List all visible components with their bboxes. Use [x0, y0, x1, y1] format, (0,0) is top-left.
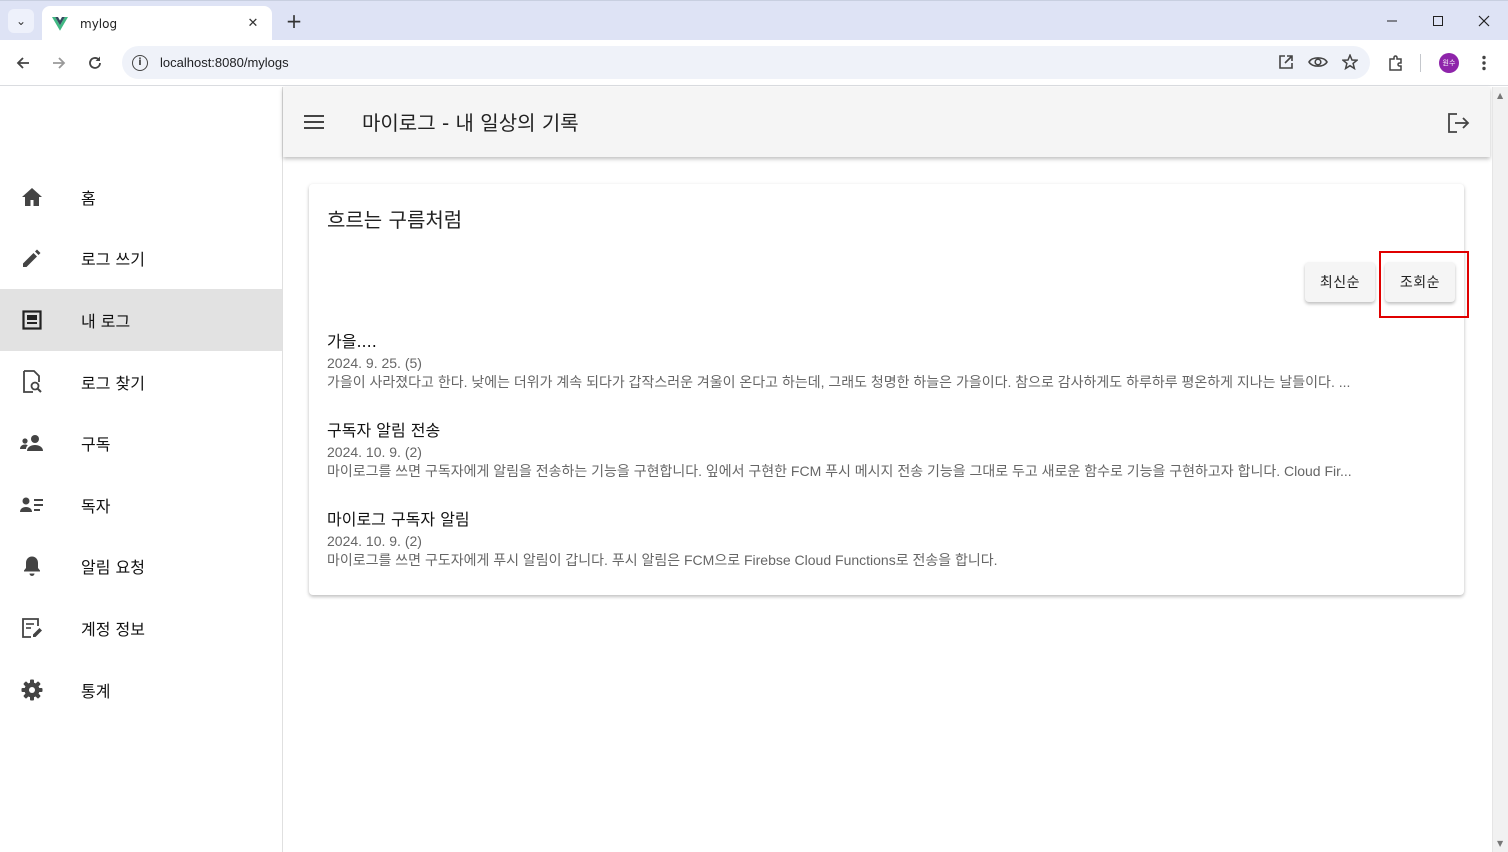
profile-label: 원수 [1439, 53, 1459, 73]
sidebar-item-label: 로그 찾기 [81, 373, 145, 393]
forward-arrow-icon[interactable] [46, 50, 72, 76]
post-excerpt: 마이로그를 쓰면 구도자에게 푸시 알림이 갑니다. 푸시 알림은 FCM으로 … [327, 552, 998, 568]
post-title[interactable]: 구독자 알림 전송 [327, 420, 1447, 442]
list-item[interactable]: 구독자 알림 전송 2024. 10. 9. (2) 마이로그를 쓰면 구독자에… [327, 420, 1447, 480]
highlight-annotation [1379, 251, 1469, 318]
browser-tabstrip: ⌄ mylog ✕ + [0, 0, 1508, 41]
log-list-card: 흐르는 구름처럼 최신순 조회순 가을.... 2024. 9. 25. (5)… [309, 184, 1469, 595]
app-bar: 마이로그 - 내 일상의 기록 [283, 87, 1490, 157]
reload-icon[interactable] [82, 50, 108, 76]
scroll-down-arrow-icon[interactable]: ▼ [1497, 839, 1503, 848]
logout-icon[interactable] [1446, 110, 1472, 136]
article-icon [20, 308, 44, 332]
bell-icon [20, 554, 44, 578]
browser-toolbar: i localhost:8080/mylogs 원수 [0, 40, 1508, 86]
eye-icon[interactable] [1308, 52, 1328, 72]
vue-logo-icon [52, 16, 70, 32]
sidebar-item-label: 통계 [81, 681, 111, 701]
find-document-icon [20, 369, 44, 394]
edit-note-icon [20, 616, 44, 640]
sidebar: 홈 로그 쓰기 내 로그 로그 찾기 구독 독자 알림 요청 계정 정보 통계 [0, 87, 283, 852]
page-scrollbar[interactable]: ▲ ▼ [1492, 87, 1508, 852]
new-tab-button[interactable]: + [282, 9, 306, 33]
chevron-down-icon: ⌄ [15, 14, 27, 28]
pencil-icon [20, 246, 44, 270]
toolbar-separator [1420, 54, 1421, 72]
app-title: 마이로그 - 내 일상의 기록 [362, 111, 579, 135]
window-close-icon[interactable] [1461, 1, 1507, 41]
sidebar-item-home[interactable]: 홈 [0, 166, 282, 228]
sidebar-item-write[interactable]: 로그 쓰기 [0, 228, 282, 290]
tab-search-button[interactable]: ⌄ [8, 9, 34, 33]
open-external-icon[interactable] [1276, 52, 1296, 72]
browser-tab[interactable]: mylog ✕ [42, 6, 272, 41]
maximize-icon[interactable] [1415, 1, 1461, 41]
post-title[interactable]: 가을.... [327, 331, 1447, 353]
post-title[interactable]: 마이로그 구독자 알림 [327, 509, 1447, 531]
list-item[interactable]: 마이로그 구독자 알림 2024. 10. 9. (2) 마이로그를 쓰면 구도… [327, 509, 1447, 569]
sidebar-item-label: 내 로그 [81, 311, 131, 331]
sidebar-item-label: 구독 [81, 435, 111, 455]
post-meta: 2024. 9. 25. (5) [327, 355, 422, 371]
sidebar-item-readers[interactable]: 독자 [0, 474, 282, 536]
hamburger-menu-icon[interactable] [302, 110, 326, 134]
scroll-up-arrow-icon[interactable]: ▲ [1497, 91, 1503, 100]
sidebar-item-find[interactable]: 로그 찾기 [0, 351, 282, 413]
sidebar-item-label: 계정 정보 [81, 619, 145, 639]
sidebar-item-label: 홈 [81, 188, 96, 208]
address-bar[interactable]: i localhost:8080/mylogs [122, 46, 1370, 79]
sidebar-item-account[interactable]: 계정 정보 [0, 597, 282, 659]
card-title: 흐르는 구름처럼 [327, 208, 463, 232]
sidebar-item-mylogs[interactable]: 내 로그 [0, 289, 282, 351]
post-meta: 2024. 10. 9. (2) [327, 533, 422, 549]
sidebar-item-notify[interactable]: 알림 요청 [0, 536, 282, 598]
tab-title: mylog [80, 16, 118, 31]
sidebar-nav: 홈 로그 쓰기 내 로그 로그 찾기 구독 독자 알림 요청 계정 정보 통계 [0, 166, 282, 720]
url-text[interactable]: localhost:8080/mylogs [160, 55, 289, 70]
post-excerpt: 가을이 사라졌다고 한다. 낮에는 더위가 계속 되다가 갑작스러운 겨울이 온… [327, 374, 1351, 390]
sidebar-item-subscribe[interactable]: 구독 [0, 412, 282, 474]
sidebar-item-label: 알림 요청 [81, 558, 145, 578]
profile-avatar[interactable]: 원수 [1437, 51, 1461, 75]
sidebar-item-label: 로그 쓰기 [81, 250, 145, 270]
sidebar-item-label: 독자 [81, 496, 111, 516]
kebab-menu-icon[interactable] [1472, 51, 1496, 75]
minimize-icon[interactable] [1369, 1, 1415, 41]
page-viewport: 홈 로그 쓰기 내 로그 로그 찾기 구독 독자 알림 요청 계정 정보 통계 … [0, 87, 1492, 852]
list-item[interactable]: 가을.... 2024. 9. 25. (5) 가을이 사라졌다고 한다. 낮에… [327, 331, 1447, 391]
extensions-puzzle-icon[interactable] [1384, 51, 1408, 75]
back-arrow-icon[interactable] [10, 50, 36, 76]
home-icon [20, 185, 44, 209]
post-meta: 2024. 10. 9. (2) [327, 444, 422, 460]
post-excerpt: 마이로그를 쓰면 구독자에게 알림을 전송하는 기능을 구현합니다. 잎에서 구… [327, 463, 1352, 479]
sort-latest-button[interactable]: 최신순 [1305, 262, 1375, 302]
person-list-icon [20, 493, 44, 517]
bookmark-star-icon[interactable] [1340, 52, 1360, 72]
gear-icon [20, 678, 44, 702]
people-icon [20, 431, 44, 455]
site-info-icon[interactable]: i [132, 54, 148, 71]
close-icon[interactable]: ✕ [244, 16, 262, 31]
sidebar-item-stats[interactable]: 통계 [0, 659, 282, 721]
